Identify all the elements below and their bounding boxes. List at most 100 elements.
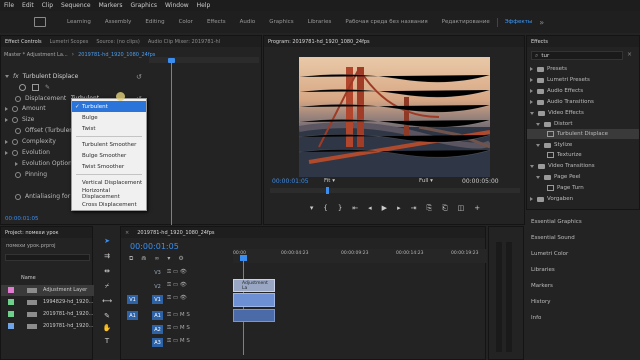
effects-item[interactable]: Page Turn — [547, 183, 584, 193]
panel-essential-graphics[interactable]: Essential Graphics — [531, 217, 582, 227]
dropdown-item[interactable]: Cross Displacement — [72, 199, 146, 210]
mark-out-icon[interactable]: } — [338, 204, 342, 216]
overflow-icon[interactable]: » — [539, 18, 544, 27]
stopwatch-icon[interactable] — [12, 149, 18, 156]
program-title[interactable]: Program: 2019781-hd_1920_1080_24fps — [268, 39, 370, 45]
clear-search-icon[interactable]: × — [627, 51, 632, 58]
track-v2[interactable]: V2 — [152, 282, 163, 291]
project-search-field[interactable] — [5, 254, 90, 261]
sequence-tab[interactable]: 2019781-hd_1920_1080_24fps — [137, 230, 214, 236]
track-a3[interactable]: A3 — [152, 338, 163, 347]
type-tool-icon[interactable]: T — [102, 336, 112, 346]
menu-window[interactable]: Window — [165, 2, 189, 9]
menu-markers[interactable]: Markers — [99, 2, 123, 9]
video-clip[interactable] — [233, 293, 275, 307]
slip-tool-icon[interactable]: ⟷ — [102, 296, 112, 306]
stopwatch-icon[interactable] — [15, 171, 21, 178]
marker-icon[interactable]: ▾ — [310, 204, 314, 216]
project-row[interactable]: 2019781-hd_1920... — [1, 321, 94, 332]
audio-clip[interactable] — [233, 309, 275, 322]
track-select-tool-icon[interactable]: ⇉ — [102, 251, 112, 261]
panel-lumetri-color[interactable]: Lumetri Color — [531, 249, 568, 259]
menu-graphics[interactable]: Graphics — [131, 2, 158, 9]
effects-title[interactable]: Effects — [531, 39, 548, 45]
dropdown-item[interactable]: Turbulent Smoother — [72, 139, 146, 150]
effects-item[interactable]: Video Transitions — [530, 161, 595, 171]
lock-icon[interactable]: ⚿ ▭ 👁 — [167, 282, 187, 289]
stopwatch-icon[interactable] — [15, 193, 21, 200]
menu-clip[interactable]: Clip — [42, 2, 53, 9]
effects-search-field[interactable]: ⌕ tur — [531, 51, 623, 60]
effects-item[interactable]: Presets — [530, 64, 567, 74]
project-row[interactable]: 2019781-hd_1920... — [1, 309, 94, 320]
search-input[interactable]: tur — [541, 53, 549, 59]
hand-tool-icon[interactable]: ✋ — [102, 323, 112, 333]
fit-select[interactable]: Fit ▾ — [324, 178, 335, 184]
panel-essential-sound[interactable]: Essential Sound — [531, 233, 575, 243]
dropdown-item[interactable]: Bulge Smoother — [72, 150, 146, 161]
dropdown-item[interactable]: Twist — [72, 123, 146, 134]
dropdown-item[interactable]: Vertical Displacement — [72, 177, 146, 188]
track-a2[interactable]: A2 — [152, 325, 163, 334]
workspace-assembly[interactable]: Assembly — [98, 19, 139, 25]
export-frame-icon[interactable]: ◫ — [458, 204, 465, 216]
dropdown-item[interactable]: Horizontal Displacement — [72, 188, 146, 200]
master-clip-label[interactable]: Master * Adjustment La... — [4, 52, 68, 58]
expand-icon[interactable] — [5, 106, 8, 111]
go-to-out-icon[interactable]: ⇥ — [411, 204, 417, 216]
sequence-clip-label[interactable]: 2019781-hd_1920_1080_24fps — [78, 52, 155, 58]
workspace-color[interactable]: Color — [172, 19, 200, 25]
effects-item[interactable]: Stylize — [536, 140, 572, 150]
workspace-audio[interactable]: Audio — [233, 19, 263, 25]
workspace-unnamed[interactable]: Рабочая среда без названия — [338, 19, 434, 25]
track-a1[interactable]: A1 — [152, 311, 163, 320]
mark-in-icon[interactable]: { — [323, 204, 327, 216]
mini-playhead[interactable] — [171, 60, 172, 225]
mute-solo-icon[interactable]: ⚿ ▭ M S — [167, 325, 190, 332]
expand-icon[interactable] — [5, 139, 8, 144]
tab-lumetri-scopes[interactable]: Lumetri Scopes — [50, 39, 89, 45]
project-row-selected[interactable]: Adjustment Layer — [1, 285, 94, 296]
panel-info[interactable]: Info — [531, 313, 541, 323]
selection-tool-icon[interactable]: ➤ — [102, 236, 112, 246]
pen-mask-icon[interactable]: ✎ — [45, 84, 50, 91]
step-back-icon[interactable]: ◂ — [368, 204, 372, 216]
menu-help[interactable]: Help — [197, 2, 211, 9]
workspace-libraries[interactable]: Libraries — [301, 19, 339, 25]
play-icon[interactable]: ▶ — [382, 204, 387, 216]
stopwatch-icon[interactable] — [12, 116, 18, 123]
effects-item[interactable]: Video Effects — [530, 108, 584, 118]
stopwatch-icon[interactable] — [15, 127, 21, 134]
timeline-timecode[interactable]: 00:00:01:05 — [130, 242, 179, 251]
fx-icon[interactable]: fx — [13, 73, 19, 80]
workspace-learning[interactable]: Learning — [60, 19, 98, 25]
program-playhead[interactable] — [326, 187, 329, 194]
effects-item-selected[interactable]: Turbulent Displace — [527, 129, 639, 139]
stopwatch-icon[interactable] — [12, 105, 18, 112]
effects-item[interactable]: Audio Effects — [530, 86, 583, 96]
ripple-edit-tool-icon[interactable]: ⇹ — [102, 266, 112, 276]
dropdown-item[interactable]: Twist Smoother — [72, 161, 146, 172]
stopwatch-icon[interactable] — [12, 138, 18, 145]
nest-icon[interactable]: ⧉ — [129, 255, 133, 263]
timeline-ruler[interactable]: 00:00 00:00:04:23 00:00:09:23 00:00:14:2… — [233, 249, 487, 263]
menu-sequence[interactable]: Sequence — [61, 2, 91, 9]
expand-icon[interactable] — [5, 150, 8, 155]
workspace-graphics[interactable]: Graphics — [262, 19, 300, 25]
mute-solo-icon[interactable]: ⚿ ▭ M S — [167, 338, 190, 345]
lock-icon[interactable]: ⚿ ▭ 👁 — [167, 295, 187, 302]
expand-icon[interactable] — [15, 161, 18, 166]
tab-source[interactable]: Source: (no clips) — [96, 39, 139, 45]
add-marker-icon[interactable]: ▾ — [167, 255, 170, 263]
home-icon[interactable] — [34, 17, 46, 27]
mute-solo-icon[interactable]: ⚿ ▭ M S — [167, 312, 190, 319]
source-v1[interactable]: V1 — [127, 295, 138, 304]
reset-icon[interactable]: ↺ — [136, 73, 142, 81]
menu-file[interactable]: File — [4, 2, 14, 9]
go-to-in-icon[interactable]: ⇤ — [352, 204, 358, 216]
menu-edit[interactable]: Edit — [22, 2, 34, 9]
effects-item[interactable]: Distort — [536, 119, 573, 129]
column-header-name[interactable]: Name — [21, 275, 36, 281]
project-row[interactable]: 1994829-hd_1920... — [1, 297, 94, 308]
dropdown-item[interactable]: Bulge — [72, 112, 146, 123]
